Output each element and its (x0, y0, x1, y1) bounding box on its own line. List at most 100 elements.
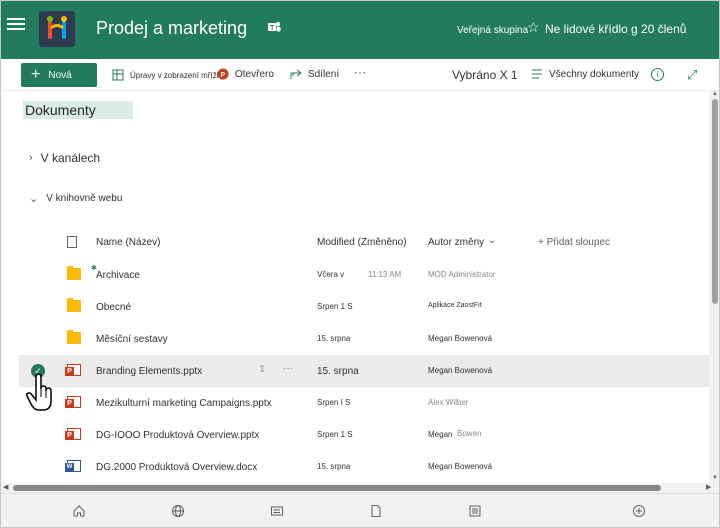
table-row-selected[interactable]: ✓ Branding Elements.pptx ⇪ ··· 15. srpna… (19, 355, 709, 387)
modified-date: Včera v (317, 270, 345, 279)
view-switcher[interactable]: Všechny dokumenty (531, 68, 639, 80)
plus-icon: + (31, 66, 41, 83)
column-header-modified[interactable]: Modified (Změněno) (317, 237, 406, 248)
share-label: Sdílení (308, 68, 340, 80)
section-in-library[interactable]: ⌄ V knihovně webu (29, 192, 122, 205)
info-icon[interactable]: i (651, 68, 664, 81)
powerpoint-icon: P (217, 68, 229, 80)
folder-icon (67, 330, 81, 344)
scroll-left-icon[interactable]: ◀ (3, 483, 8, 491)
modified-date: 15. srpna (317, 366, 359, 377)
teams-icon[interactable]: T (266, 19, 282, 35)
follow-members-text[interactable]: Ne lidové křídlo g 20 členů (545, 22, 686, 36)
modified-by: Megan (428, 430, 453, 439)
folder-icon (67, 298, 81, 312)
modified-date: 15. srpna (317, 334, 351, 343)
table-row[interactable]: Mezikulturní marketing Campaigns.pptx Sr… (19, 387, 709, 419)
add-icon[interactable] (632, 504, 646, 518)
home-icon[interactable] (72, 504, 86, 518)
site-logo[interactable] (39, 11, 75, 47)
column-header-author[interactable]: Autor změny (428, 237, 484, 248)
scrollbar-thumb[interactable] (712, 99, 718, 304)
globe-icon[interactable] (171, 504, 185, 518)
grid-edit-button[interactable]: Úpravy v zobrazení mřížky (112, 69, 225, 81)
selection-count[interactable]: Vybráno X 1 (452, 68, 518, 82)
sharepoint-window: Prodej a marketing T Veřejná skupina ☆ N… (0, 0, 720, 528)
share-button[interactable]: Sdílení (290, 68, 339, 80)
table-row[interactable]: Obecné Srpen 1 S Aplikace ZaostFit (19, 291, 709, 323)
view-switcher-label: Všechny dokumenty (549, 68, 640, 80)
expand-icon[interactable]: ⤢ (687, 67, 697, 83)
file-name[interactable]: Měsíční sestavy (96, 334, 168, 345)
modified-by: MOD Administrator (428, 270, 496, 279)
chevron-right-icon: › (29, 152, 33, 164)
file-name[interactable]: Archivace (96, 270, 140, 281)
file-name[interactable]: DG-IOOO Produktová Overview.pptx (96, 430, 259, 441)
section-in-library-label: V knihovně webu (46, 193, 123, 204)
scroll-up-icon[interactable]: ▲ (712, 91, 718, 97)
file-name[interactable]: Obecné (96, 302, 131, 313)
library-title[interactable]: Dokumenty (23, 101, 133, 119)
powerpoint-file-icon (65, 364, 81, 376)
command-bar: + Nová Úpravy v zobrazení mřížky P Otevř… (1, 59, 719, 91)
section-in-channels-label: V kanálech (40, 151, 101, 165)
menu-icon[interactable] (7, 15, 25, 33)
more-options-icon[interactable]: ··· (283, 363, 293, 374)
news-icon[interactable] (270, 504, 284, 518)
column-header-name[interactable]: Name (Název) (96, 237, 160, 248)
chevron-down-icon[interactable]: ⌄ (488, 235, 496, 246)
site-header: Prodej a marketing T Veřejná skupina ☆ N… (1, 1, 719, 59)
modified-by: Megan Bowenová (428, 366, 493, 375)
modified-time: 11:13 AM (368, 270, 402, 279)
selection-count-label: Vybráno X 1 (452, 68, 518, 82)
grid-edit-label: Úpravy v zobrazení mřížky (130, 70, 225, 80)
chevron-down-icon: ⌄ (29, 193, 39, 205)
site-title[interactable]: Prodej a marketing (96, 18, 247, 39)
modified-by: Aplikace ZaostFit (428, 302, 482, 309)
scroll-right-icon[interactable]: ▶ (706, 483, 711, 491)
share-icon[interactable]: ⇪ (258, 364, 266, 375)
vertical-scrollbar[interactable]: ▲ ▼ (709, 91, 719, 483)
table-row[interactable]: DG.2000 Produktová Overview.docx 15. srp… (19, 451, 709, 483)
document-icon[interactable] (369, 504, 383, 518)
share-icon (290, 69, 302, 79)
section-in-channels[interactable]: › V kanálech (29, 151, 100, 165)
powerpoint-file-icon (65, 428, 81, 440)
star-icon[interactable]: ☆ (527, 19, 540, 36)
file-name[interactable]: Branding Elements.pptx (96, 366, 202, 377)
new-button-label: Nová (48, 69, 72, 81)
group-type-label: Veřejná skupina (457, 25, 529, 36)
open-label: Otevřero (235, 68, 274, 80)
modified-by: Alex Wilber (428, 398, 469, 407)
folder-icon (67, 266, 81, 280)
modified-date: 15. srpna (317, 462, 351, 471)
svg-text:T: T (270, 25, 275, 32)
modified-by: Megan Bowenová (428, 462, 493, 471)
table-row[interactable]: DG-IOOO Produktová Overview.pptx Srpen 1… (19, 419, 709, 451)
powerpoint-file-icon (65, 396, 81, 408)
modified-date: Srpen 1 S (317, 430, 353, 439)
more-commands-button[interactable]: ··· (354, 65, 366, 79)
word-file-icon (65, 460, 81, 472)
horizontal-scrollbar[interactable]: ◀ ▶ (1, 483, 719, 493)
file-name[interactable]: DG.2000 Produktová Overview.docx (96, 462, 257, 473)
new-button[interactable]: + Nová (21, 63, 97, 87)
file-name[interactable]: Mezikulturní marketing Campaigns.pptx (96, 398, 272, 409)
add-column-button[interactable]: + Přidat sloupec (538, 237, 610, 248)
grid-icon (112, 69, 124, 81)
open-button[interactable]: P Otevřero (217, 68, 274, 80)
scrollbar-thumb[interactable] (13, 485, 661, 491)
hand-cursor-icon (26, 373, 52, 411)
list-icon[interactable] (468, 504, 482, 518)
document-library: Dokumenty › V kanálech ⌄ V knihovně webu… (1, 91, 709, 483)
modified-date: Srpen 1 S (317, 302, 353, 311)
table-row[interactable]: Měsíční sestavy 15. srpna Megan Bowenová (19, 323, 709, 355)
svg-text:P: P (221, 72, 226, 79)
modified-by-secondary: Bowen (457, 429, 482, 438)
list-view-icon (532, 69, 542, 79)
modified-by: Megan Bowenová (428, 334, 493, 343)
file-type-column-icon[interactable] (67, 236, 77, 248)
scroll-down-icon[interactable]: ▼ (712, 475, 718, 481)
modified-date: Srpen I S (317, 398, 351, 407)
table-row[interactable]: ✱ Archivace Včera v 11:13 AM MOD Adminis… (19, 259, 709, 291)
